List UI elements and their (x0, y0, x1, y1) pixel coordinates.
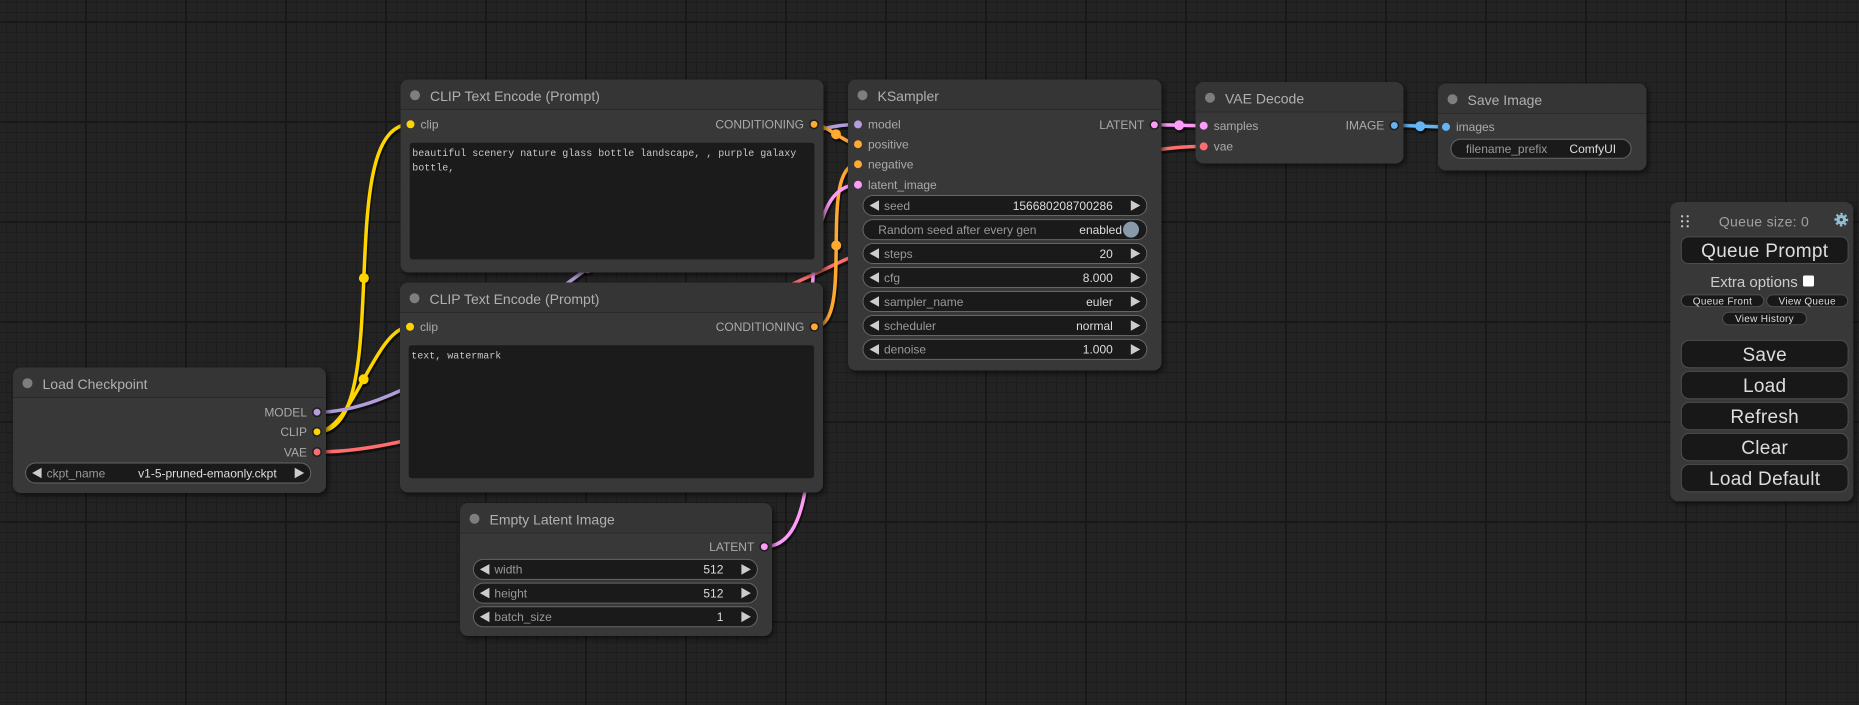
svg-text:Refresh: Refresh (1730, 407, 1799, 428)
svg-text:CONDITIONING: CONDITIONING (716, 320, 805, 334)
svg-text:negative: negative (868, 158, 914, 172)
svg-text:ckpt_name: ckpt_name (47, 466, 106, 480)
svg-text:512: 512 (703, 586, 723, 600)
svg-text:batch_size: batch_size (494, 610, 552, 624)
svg-text:model: model (868, 118, 901, 132)
svg-text:View Queue: View Queue (1779, 296, 1836, 307)
svg-text:512: 512 (703, 563, 723, 577)
svg-text:156680208700286: 156680208700286 (1013, 199, 1113, 213)
svg-text:CONDITIONING: CONDITIONING (715, 118, 804, 132)
svg-text:width: width (493, 563, 522, 577)
svg-text:scheduler: scheduler (884, 319, 936, 333)
svg-text:MODEL: MODEL (264, 406, 307, 420)
svg-text:enabled: enabled (1079, 223, 1122, 237)
svg-text:height: height (494, 586, 527, 600)
svg-text:LATENT: LATENT (709, 540, 755, 554)
svg-text:Save: Save (1742, 345, 1787, 366)
svg-text:IMAGE: IMAGE (1346, 119, 1385, 133)
svg-text:View History: View History (1735, 314, 1794, 325)
svg-text:Random seed after every gen: Random seed after every gen (878, 223, 1036, 237)
svg-text:images: images (1456, 120, 1495, 134)
svg-text:cfg: cfg (884, 271, 900, 285)
svg-text:KSampler: KSampler (878, 88, 940, 104)
svg-text:filename_prefix: filename_prefix (1466, 142, 1547, 156)
svg-text:1.000: 1.000 (1083, 343, 1113, 357)
svg-text:text, watermark: text, watermark (411, 351, 501, 363)
svg-text:CLIP Text Encode (Prompt): CLIP Text Encode (Prompt) (430, 291, 600, 307)
svg-text:normal: normal (1076, 319, 1113, 333)
svg-text:VAE Decode: VAE Decode (1225, 90, 1304, 106)
svg-text:Load: Load (1743, 376, 1786, 397)
svg-text:Load Checkpoint: Load Checkpoint (43, 376, 148, 392)
svg-text:seed: seed (884, 199, 910, 213)
svg-text:clip: clip (421, 118, 439, 132)
svg-text:Queue size: 0: Queue size: 0 (1719, 214, 1809, 230)
svg-text:CLIP: CLIP (280, 425, 307, 439)
svg-text:euler: euler (1086, 295, 1113, 309)
svg-text:8.000: 8.000 (1083, 271, 1113, 285)
svg-text:20: 20 (1099, 247, 1113, 261)
svg-text:Queue Prompt: Queue Prompt (1701, 241, 1829, 262)
svg-text:LATENT: LATENT (1099, 118, 1145, 132)
svg-text:beautiful scenery nature glass: beautiful scenery nature glass bottle la… (412, 148, 796, 160)
svg-text:Load Default: Load Default (1709, 469, 1821, 490)
svg-text:sampler_name: sampler_name (884, 295, 964, 309)
svg-text:Clear: Clear (1741, 438, 1788, 459)
svg-text:Queue Front: Queue Front (1693, 296, 1752, 307)
svg-text:ComfyUI: ComfyUI (1569, 142, 1616, 156)
svg-text:clip: clip (420, 320, 438, 334)
svg-text:VAE: VAE (284, 445, 307, 459)
svg-text:v1-5-pruned-emaonly.ckpt: v1-5-pruned-emaonly.ckpt (138, 466, 277, 480)
svg-text:positive: positive (868, 138, 909, 152)
svg-text:samples: samples (1214, 119, 1259, 133)
svg-text:Save Image: Save Image (1468, 92, 1543, 108)
svg-text:CLIP Text Encode (Prompt): CLIP Text Encode (Prompt) (430, 88, 600, 104)
svg-text:Extra options: Extra options (1710, 274, 1798, 291)
svg-text:denoise: denoise (884, 343, 926, 357)
svg-text:steps: steps (884, 247, 913, 261)
svg-text:bottle,: bottle, (412, 163, 454, 175)
svg-text:vae: vae (1214, 140, 1234, 154)
svg-text:Empty Latent Image: Empty Latent Image (490, 511, 616, 527)
svg-text:latent_image: latent_image (868, 178, 937, 192)
svg-text:1: 1 (717, 610, 724, 624)
